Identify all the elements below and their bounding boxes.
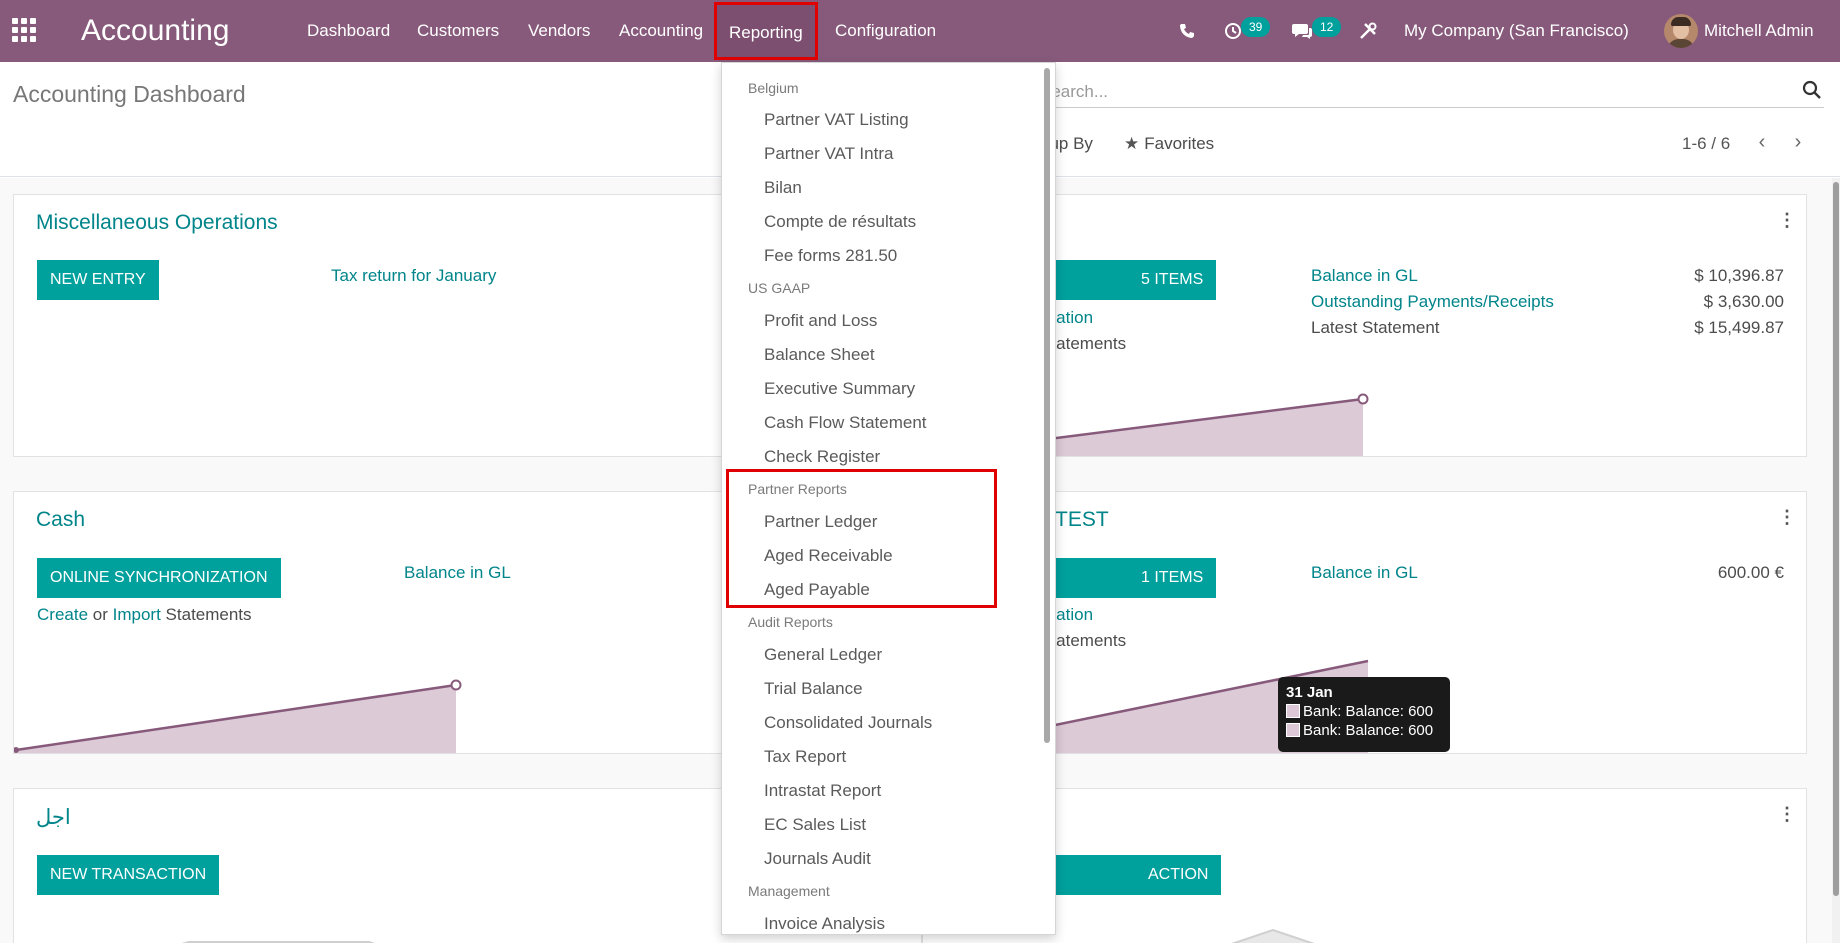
menu-dashboard[interactable]: Dashboard bbox=[307, 21, 390, 41]
user-avatar[interactable] bbox=[1664, 14, 1698, 48]
menu-invoice-analysis[interactable]: Invoice Analysis bbox=[764, 914, 885, 934]
menu-general-ledger[interactable]: General Ledger bbox=[764, 645, 882, 665]
menu-compte-de-resultats[interactable]: Compte de résultats bbox=[764, 212, 916, 232]
page-title: Accounting Dashboard bbox=[13, 81, 246, 107]
search-icon[interactable] bbox=[1802, 80, 1822, 100]
pager-next-icon[interactable]: › bbox=[1786, 130, 1810, 154]
menu-profit-and-loss[interactable]: Profit and Loss bbox=[764, 311, 877, 331]
menu-consolidated-journals[interactable]: Consolidated Journals bbox=[764, 713, 932, 733]
partner-reports-highlight bbox=[726, 469, 997, 608]
activity-badge: 39 bbox=[1241, 17, 1271, 37]
menu-journals-audit[interactable]: Journals Audit bbox=[764, 849, 871, 869]
section-audit-reports: Audit Reports bbox=[748, 614, 833, 630]
journal-title[interactable]: Miscellaneous Operations bbox=[36, 211, 278, 235]
menu-fee-forms[interactable]: Fee forms 281.50 bbox=[764, 246, 897, 266]
tooltip-row: Bank: Balance: 600 bbox=[1303, 703, 1434, 720]
pager-value[interactable]: 1-6 / 6 bbox=[1682, 134, 1730, 154]
tools-icon[interactable] bbox=[1357, 20, 1379, 42]
favorites-button[interactable]: ★ Favorites bbox=[1124, 134, 1214, 154]
menu-balance-sheet[interactable]: Balance Sheet bbox=[764, 345, 875, 365]
user-menu[interactable]: Mitchell Admin bbox=[1704, 21, 1814, 41]
graph-point[interactable] bbox=[1357, 393, 1369, 405]
app-title[interactable]: Accounting bbox=[81, 14, 229, 48]
tax-return-link[interactable]: Tax return for January bbox=[331, 266, 496, 286]
menu-partner-vat-listing[interactable]: Partner VAT Listing bbox=[764, 110, 909, 130]
page-scrollbar[interactable] bbox=[1832, 178, 1840, 943]
tooltip-date: 31 Jan bbox=[1286, 684, 1333, 701]
menu-ec-sales-list[interactable]: EC Sales List bbox=[764, 815, 866, 835]
new-entry-button[interactable]: New Entry bbox=[37, 260, 159, 300]
section-us-gaap: US GAAP bbox=[748, 280, 811, 296]
menu-intrastat-report[interactable]: Intrastat Report bbox=[764, 781, 881, 801]
pager-previous-icon[interactable]: ‹ bbox=[1750, 130, 1774, 154]
menu-tax-report[interactable]: Tax Report bbox=[764, 747, 846, 767]
menu-cash-flow-statement[interactable]: Cash Flow Statement bbox=[764, 413, 927, 433]
menu-bilan[interactable]: Bilan bbox=[764, 178, 802, 198]
favorites-label: Favorites bbox=[1144, 134, 1215, 153]
menu-check-register[interactable]: Check Register bbox=[764, 447, 880, 467]
scrollbar-thumb[interactable] bbox=[1833, 182, 1839, 896]
messages-badge: 12 bbox=[1312, 17, 1342, 37]
apps-menu-icon[interactable] bbox=[12, 18, 40, 42]
graph-tooltip: 31 Jan Bank: Balance: 600 Bank: Balance:… bbox=[1278, 677, 1450, 752]
search-input[interactable]: Search... bbox=[1040, 76, 1824, 108]
menu-reporting[interactable]: Reporting bbox=[714, 2, 818, 60]
legend-swatch bbox=[1286, 704, 1300, 718]
messages-icon[interactable] bbox=[1291, 20, 1313, 42]
menu-configuration[interactable]: Configuration bbox=[835, 21, 936, 41]
main-navbar: Accounting Dashboard Customers Vendors A… bbox=[0, 0, 1840, 62]
menu-executive-summary[interactable]: Executive Summary bbox=[764, 379, 915, 399]
menu-vendors[interactable]: Vendors bbox=[528, 21, 590, 41]
star-icon: ★ bbox=[1124, 134, 1140, 153]
legend-swatch bbox=[1286, 723, 1300, 737]
dropdown-scrollbar[interactable] bbox=[1044, 68, 1050, 743]
graph-point[interactable] bbox=[450, 679, 462, 691]
menu-accounting[interactable]: Accounting bbox=[619, 21, 703, 41]
company-switcher[interactable]: My Company (San Francisco) bbox=[1404, 21, 1629, 41]
phone-icon[interactable] bbox=[1176, 20, 1198, 42]
tooltip-row: Bank: Balance: 600 bbox=[1303, 722, 1434, 739]
section-management: Management bbox=[748, 883, 830, 899]
menu-partner-vat-intra[interactable]: Partner VAT Intra bbox=[764, 144, 893, 164]
menu-customers[interactable]: Customers bbox=[417, 21, 499, 41]
section-belgium: Belgium bbox=[748, 80, 799, 96]
menu-trial-balance[interactable]: Trial Balance bbox=[764, 679, 863, 699]
